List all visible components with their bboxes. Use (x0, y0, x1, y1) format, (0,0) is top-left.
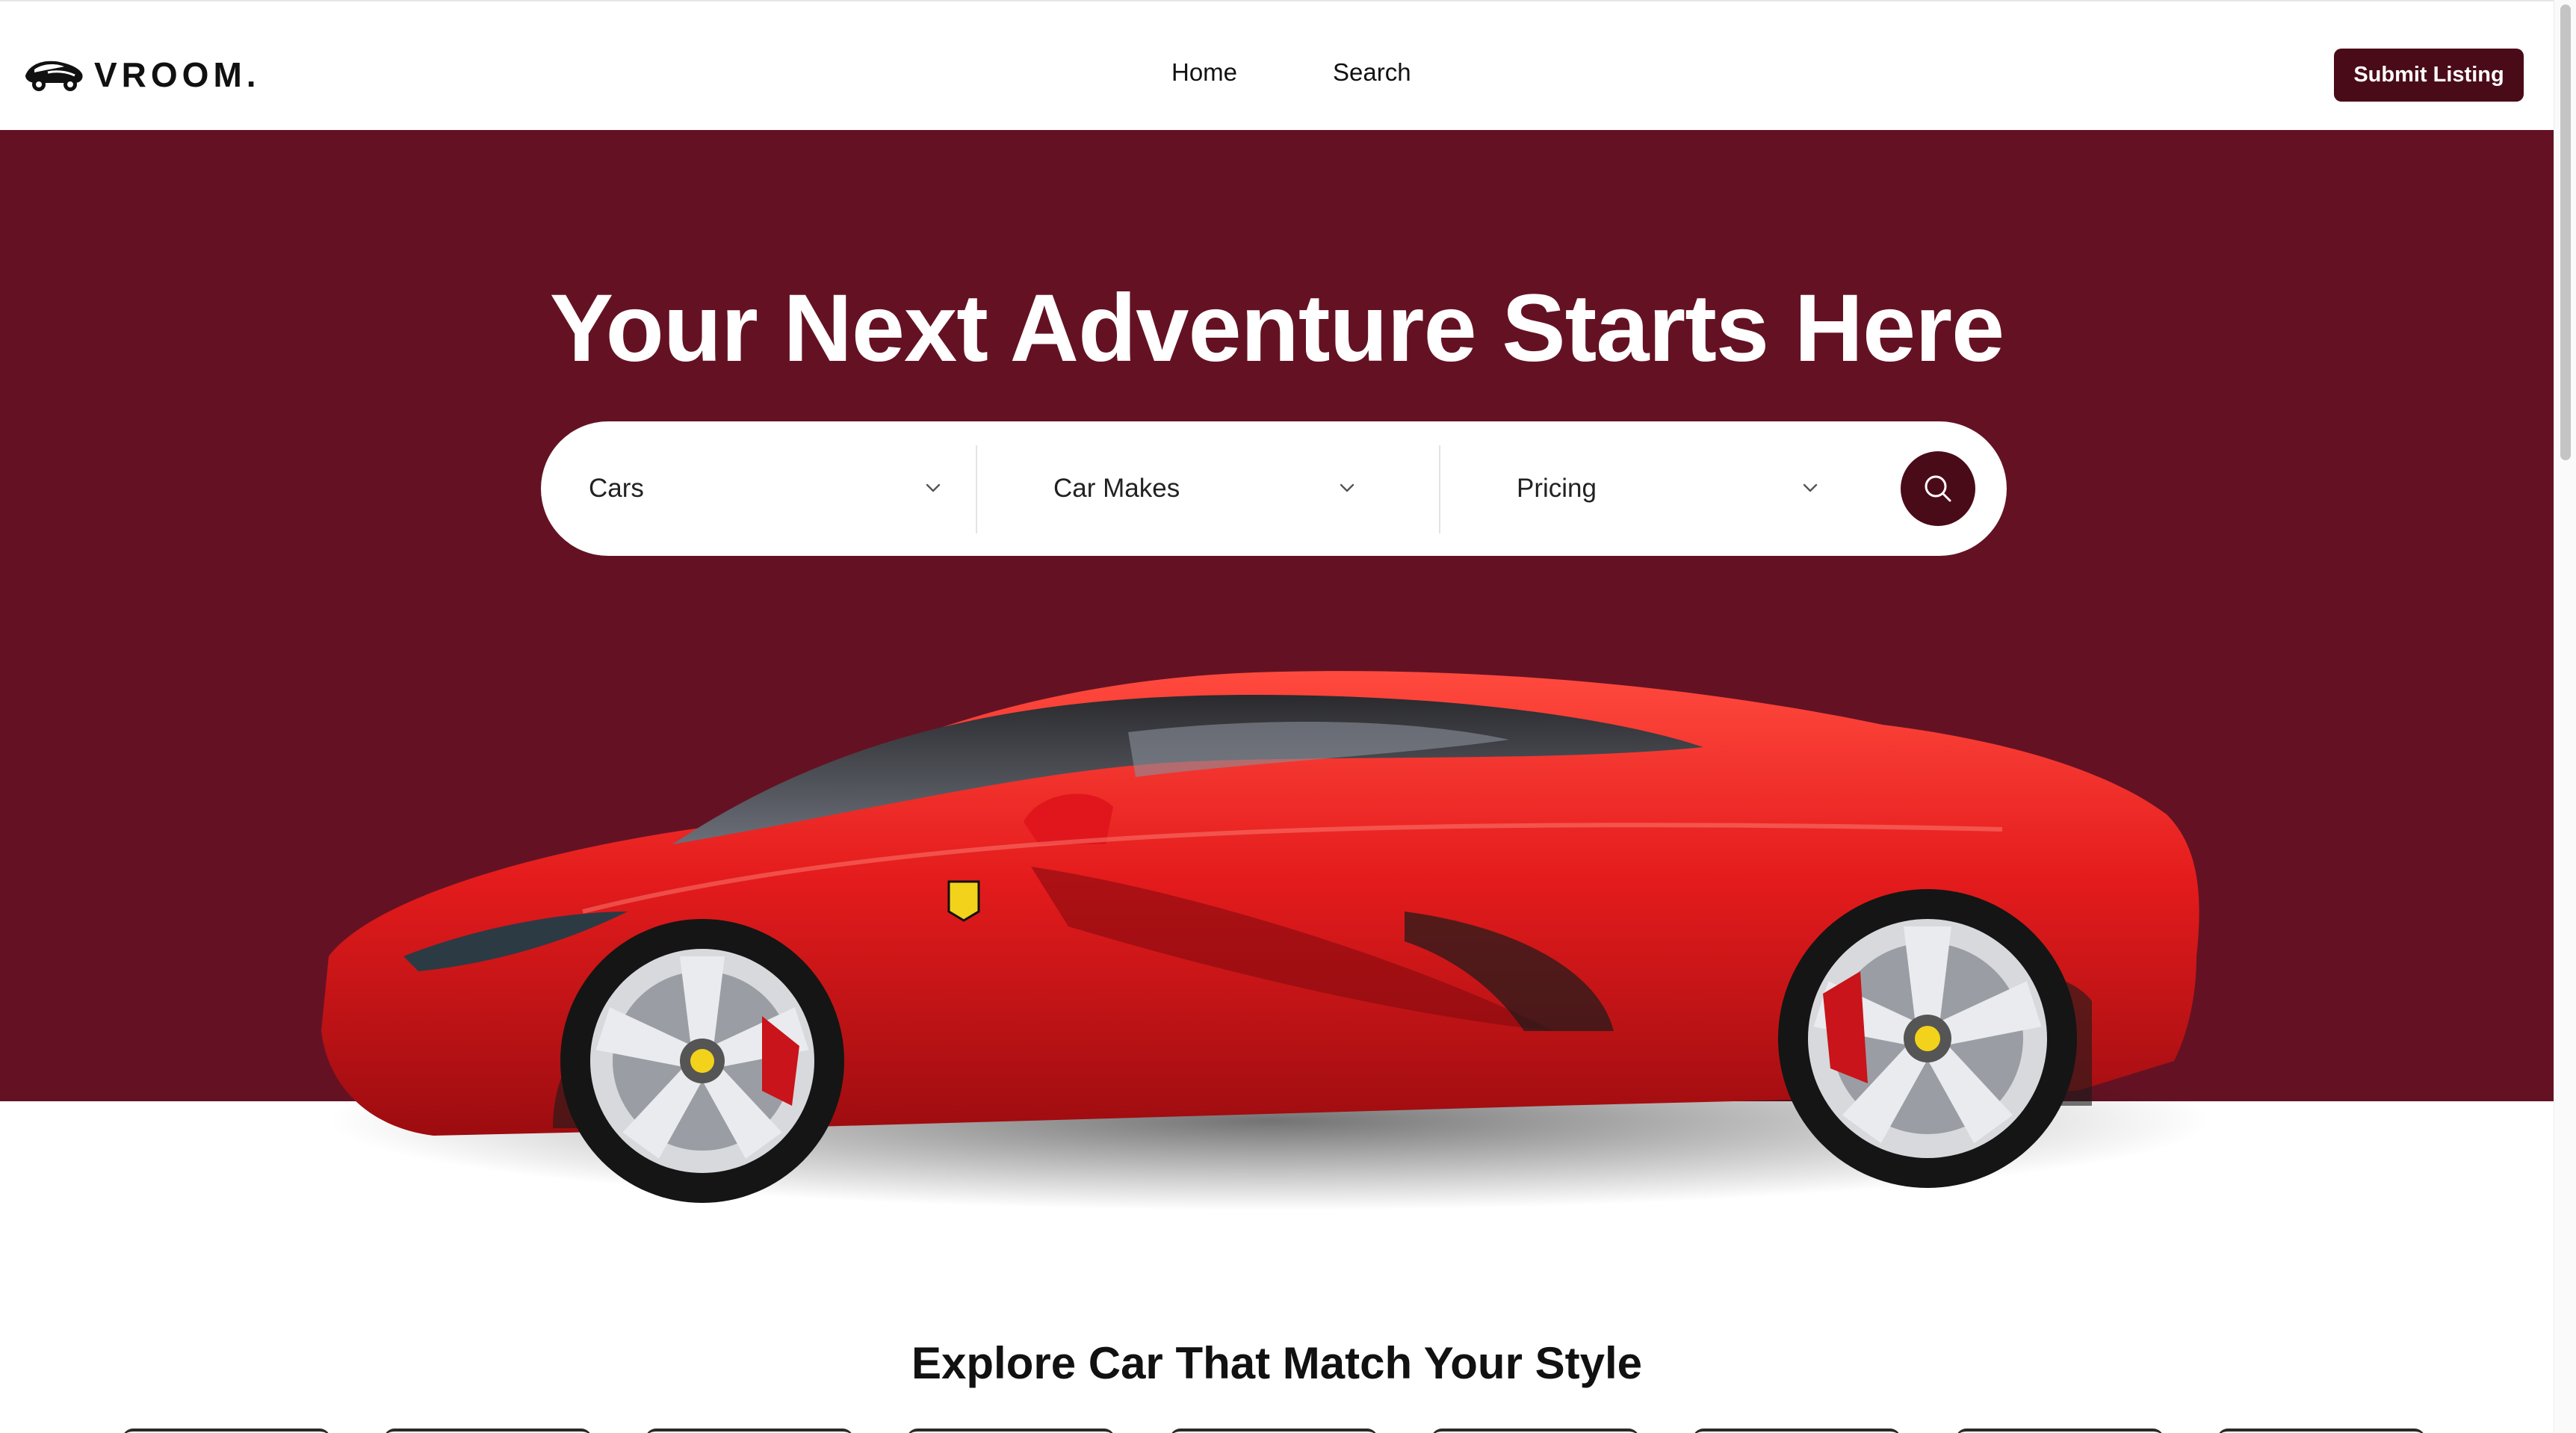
category-card[interactable] (907, 1429, 1115, 1433)
site-header: VROOM. Home Search Submit Listing (0, 0, 2554, 130)
search-bar: Cars Car Makes Pricing (541, 421, 2007, 556)
brand-name: VROOM. (94, 55, 261, 94)
chevron-down-icon (1803, 483, 1818, 492)
category-card[interactable] (384, 1429, 592, 1433)
filter-car-makes[interactable]: Car Makes (1053, 421, 1442, 556)
filter-cars-label: Cars (589, 474, 644, 503)
explore-title: Explore Car That Match Your Style (911, 1338, 1643, 1388)
page: VROOM. Home Search Submit Listing Your N… (0, 0, 2554, 1433)
filter-pricing[interactable]: Pricing (1517, 421, 1905, 556)
category-card[interactable] (123, 1429, 330, 1433)
submit-listing-button[interactable]: Submit Listing (2334, 49, 2524, 102)
filter-cars[interactable]: Cars (589, 421, 977, 556)
hero-title: Your Next Adventure Starts Here (549, 275, 2004, 382)
brand-logo[interactable]: VROOM. (22, 51, 261, 99)
scrollbar-thumb[interactable] (2560, 4, 2571, 460)
car-silhouette-icon (25, 61, 83, 91)
page-scrollbar[interactable] (2554, 0, 2576, 1433)
category-card[interactable] (1431, 1429, 1639, 1433)
filter-car-makes-label: Car Makes (1053, 474, 1180, 503)
filter-divider (1439, 445, 1440, 533)
search-button[interactable] (1901, 451, 1975, 526)
search-icon (1925, 475, 1951, 502)
category-card[interactable] (1170, 1429, 1378, 1433)
filter-divider (976, 445, 977, 533)
chevron-down-icon (926, 483, 941, 492)
category-card[interactable] (645, 1429, 853, 1433)
category-card[interactable] (1956, 1429, 2164, 1433)
chevron-down-icon (1340, 483, 1354, 492)
category-card[interactable] (1693, 1429, 1901, 1433)
hero-car-image (321, 671, 2211, 1210)
nav-search[interactable]: Search (1333, 58, 1411, 87)
nav-home[interactable]: Home (1171, 58, 1237, 87)
filter-pricing-label: Pricing (1517, 474, 1597, 503)
category-card[interactable] (2217, 1429, 2425, 1433)
